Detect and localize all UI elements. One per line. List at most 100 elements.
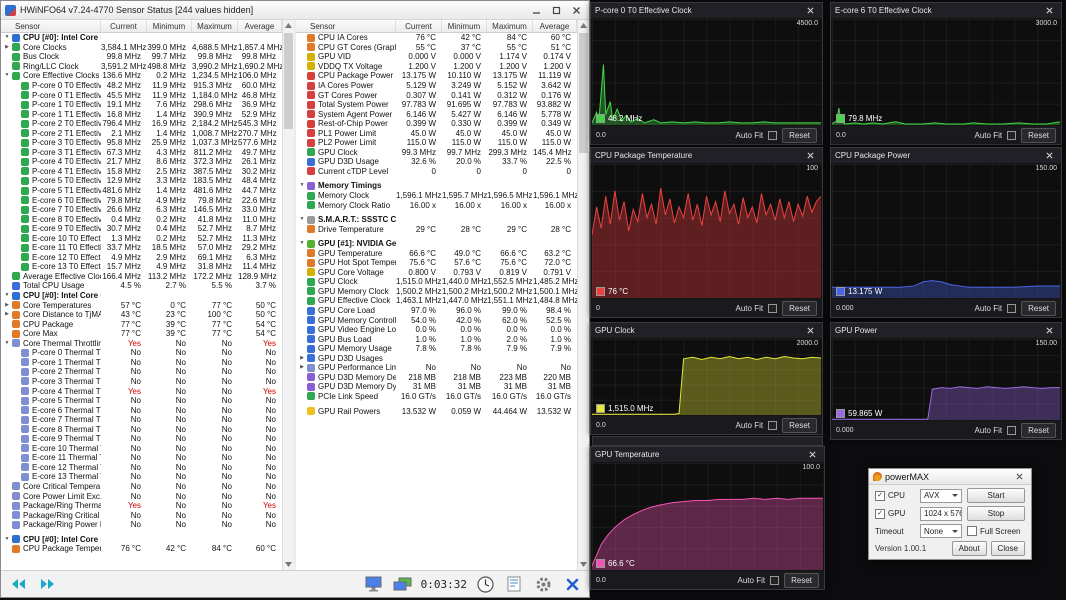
sensor-row[interactable]: E-core 6 Thermal Th... No No No No (1, 405, 282, 415)
scrollbar-thumb[interactable] (579, 33, 588, 153)
series-legend-checkbox[interactable] (836, 409, 845, 418)
sensor-row[interactable]: P-core 1 T1 Effective ... 16.8 MHz 1.4 MHz… (1, 109, 282, 119)
graph-titlebar[interactable]: GPU Power (831, 323, 1061, 338)
series-legend-checkbox[interactable] (596, 559, 605, 568)
sensor-row[interactable]: CPU IA Cores 76 °C 42 °C 84 °C 60 °C (296, 33, 577, 43)
scroll-up-icon[interactable] (578, 20, 589, 31)
sensor-row[interactable]: Drive Temperature 29 °C 28 °C 29 °C 28 °C (296, 224, 577, 234)
close-sensors-icon[interactable] (561, 574, 583, 594)
column-header-average[interactable]: Average (238, 20, 282, 32)
reset-button[interactable]: Reset (1021, 422, 1056, 438)
sensor-row[interactable]: GPU Temperature 66.6 °C 49.0 °C 66.6 °C 63.2… (296, 248, 577, 258)
sensor-row[interactable]: E-core 12 T0 Effectiv... 4.9 MHz 2.9 MHz 69… (1, 253, 282, 263)
gpu-checkbox[interactable]: ✓ (875, 508, 885, 519)
fan-speed-window-sliver[interactable]: Fan Speed (592, 436, 823, 446)
sensor-row[interactable]: E-core 11 T0 Effectiv... 33.7 MHz 18.5 MHz… (1, 243, 282, 253)
close-icon[interactable] (1042, 5, 1057, 17)
cpu-mode-select[interactable]: AVX (920, 488, 962, 503)
sensor-row[interactable]: E-core 10 Thermal Th... No No No No (1, 444, 282, 454)
close-button[interactable] (568, 4, 585, 17)
gpu-resolution-select[interactable]: 1024 x 576 (920, 506, 962, 521)
sensor-group-row[interactable]: ▼ S.M.A.R.T.: SSSTC CL4-8D512 ... (296, 215, 577, 225)
sensor-row[interactable]: Core Critical Tempera... No No No No (1, 482, 282, 492)
close-icon[interactable] (803, 5, 818, 17)
sensor-row[interactable]: Rest-of-Chip Power 0.399 W 0.330 W 0.399 W 0… (296, 119, 577, 129)
sensor-row[interactable]: Package/Ring Critical Te... No No No No (1, 510, 282, 520)
sensor-row[interactable]: P-core 4 Thermal Thr... Yes No No Yes (1, 386, 282, 396)
sensor-row[interactable]: E-core 6 T0 Effective ... 79.8 MHz 4.9 MHz… (1, 195, 282, 205)
forward-button[interactable] (36, 574, 58, 594)
sensor-row[interactable]: VDDQ TX Voltage 1.200 V 1.200 V 1.200 V 1.20… (296, 62, 577, 72)
reset-button[interactable]: Reset (784, 572, 819, 588)
graph-titlebar[interactable]: CPU Package Temperature (591, 148, 822, 163)
sensor-row[interactable]: E-core 8 T0 Effective ... 0.4 MHz 0.2 MHz 4… (1, 214, 282, 224)
dual-monitor-icon[interactable] (392, 574, 414, 594)
sensor-row[interactable]: E-core 7 Thermal Th... No No No No (1, 415, 282, 425)
expand-arrow-icon[interactable]: ▼ (298, 241, 306, 246)
sensor-group-row[interactable]: ▼ GPU [#1]: NVIDIA GeForce RTX ... (296, 239, 577, 249)
sensor-group-row[interactable]: ▼ CPU [#0]: Intel Core i7-1... (1, 33, 282, 43)
scrollbar-thumb[interactable] (284, 33, 293, 129)
sensor-row[interactable]: P-core 2 Thermal Thr... No No No No (1, 367, 282, 377)
reset-button[interactable]: Reset (1021, 127, 1056, 143)
stop-button[interactable]: Stop (967, 506, 1025, 521)
sensor-row[interactable]: Ring/LLC Clock 3,591.2 MHz 498.8 MHz 3,990.… (1, 62, 282, 72)
graph-titlebar[interactable]: E-core 6 T0 Effective Clock (831, 3, 1061, 18)
sensor-row[interactable]: IA Cores Power 5.129 W 3.249 W 5.152 W 3.642… (296, 81, 577, 91)
autofit-checkbox[interactable] (1007, 303, 1017, 313)
expand-arrow-icon[interactable]: ▼ (3, 293, 11, 298)
sensor-row[interactable]: CPU GT Cores (Graphics) 55 °C 37 °C 55 °C 51… (296, 43, 577, 53)
powermax-titlebar[interactable]: powerMAX (869, 469, 1031, 485)
sensor-row[interactable]: GPU Memory Controller Load 54.0 % 42.0 % 62… (296, 315, 577, 325)
timeout-select[interactable]: None (920, 524, 962, 538)
autofit-checkbox[interactable] (768, 303, 778, 313)
autofit-checkbox[interactable] (768, 420, 778, 430)
sensor-row[interactable]: Memory Clock Ratio 16.00 x 16.00 x 16.00 x 1… (296, 200, 577, 210)
sensor-row[interactable]: ▶ GPU Performance Limiters No No No No (296, 363, 577, 373)
sensor-group-row[interactable]: ▼ CPU [#0]: Intel Core i7-1... (1, 291, 282, 301)
gear-icon[interactable] (532, 574, 554, 594)
hwinfo-titlebar[interactable]: HWiNFO64 v7.24-4770 Sensor Status [244 v… (1, 1, 589, 20)
sensor-row[interactable]: E-core 11 Thermal Th... No No No No (1, 453, 282, 463)
column-header-maximum[interactable]: Maximum (487, 20, 533, 32)
left-pane-scrollbar[interactable] (282, 20, 294, 570)
series-legend-checkbox[interactable] (596, 404, 605, 413)
expand-arrow-icon[interactable]: ▼ (298, 183, 306, 188)
sensor-row[interactable]: CPU Package Temperature 76 °C 42 °C 84 °C 60… (1, 544, 282, 554)
sensor-row[interactable]: Average Effective Clock 166.4 MHz 113.2 MH… (1, 272, 282, 282)
sensor-row[interactable]: P-core 3 T1 Effective ... 67.3 MHz 4.3 MHz… (1, 148, 282, 158)
expand-arrow-icon[interactable]: ▶ (3, 312, 11, 317)
graph-titlebar[interactable]: GPU Clock (591, 323, 822, 338)
report-icon[interactable] (503, 574, 525, 594)
sensor-row[interactable]: CPU Package 77 °C 39 °C 77 °C 54 °C (1, 319, 282, 329)
autofit-checkbox[interactable] (1007, 130, 1017, 140)
scroll-up-icon[interactable] (283, 20, 294, 31)
autofit-checkbox[interactable] (770, 575, 780, 585)
sensor-row[interactable]: E-core 12 Thermal Th... No No No No (1, 463, 282, 473)
rewind-button[interactable] (7, 574, 29, 594)
close-icon[interactable] (803, 150, 818, 162)
close-icon[interactable] (1012, 471, 1027, 483)
sensor-row[interactable]: GPU Bus Load 1.0 % 1.0 % 2.0 % 1.0 % (296, 334, 577, 344)
graph-titlebar[interactable]: GPU Temperature (591, 447, 824, 462)
sensor-row[interactable]: P-core 1 Thermal Thr... No No No No (1, 358, 282, 368)
sensor-row[interactable]: P-core 2 T0 Effective ...796.4 MHz 16.9 M… (1, 119, 282, 129)
sensor-row[interactable]: E-core 13 Thermal Th... No No No No (1, 472, 282, 482)
sensor-row[interactable]: GPU Memory Usage 7.8 % 7.8 % 7.9 % 7.9 % (296, 344, 577, 354)
sensor-row[interactable]: P-core 1 T0 Effective ... 19.1 MHz 7.6 MHz… (1, 100, 282, 110)
sensor-row[interactable]: E-core 13 T0 Effectiv... 15.7 MHz 4.9 MHz 3… (1, 262, 282, 272)
sensor-row[interactable]: Core Power Limit Exc... No No No No (1, 491, 282, 501)
expand-arrow-icon[interactable]: ▶ (298, 355, 306, 361)
sensor-row[interactable]: GT Cores Power 0.307 W 0.141 W 0.312 W 0.176… (296, 90, 577, 100)
column-header-maximum[interactable]: Maximum (192, 20, 238, 32)
expand-arrow-icon[interactable]: ▶ (3, 302, 11, 308)
expand-arrow-icon[interactable]: ▶ (298, 365, 306, 370)
autofit-checkbox[interactable] (768, 130, 778, 140)
sensor-row[interactable]: P-core 3 T0 Effective ... 95.8 MHz 25.9 MH… (1, 138, 282, 148)
sensor-row[interactable]: GPU VID 0.000 V 0.000 V 1.174 V 0.174 V (296, 52, 577, 62)
graph-titlebar[interactable]: CPU Package Power (831, 148, 1061, 163)
monitor-icon[interactable] (363, 574, 385, 594)
column-header-current[interactable]: Current (396, 20, 442, 32)
sensor-row[interactable]: Memory Clock 1,596.1 MHz 1,595.7 MHz 1,596.… (296, 191, 577, 201)
sensor-row[interactable]: P-core 3 Thermal Thr... No No No No (1, 377, 282, 387)
